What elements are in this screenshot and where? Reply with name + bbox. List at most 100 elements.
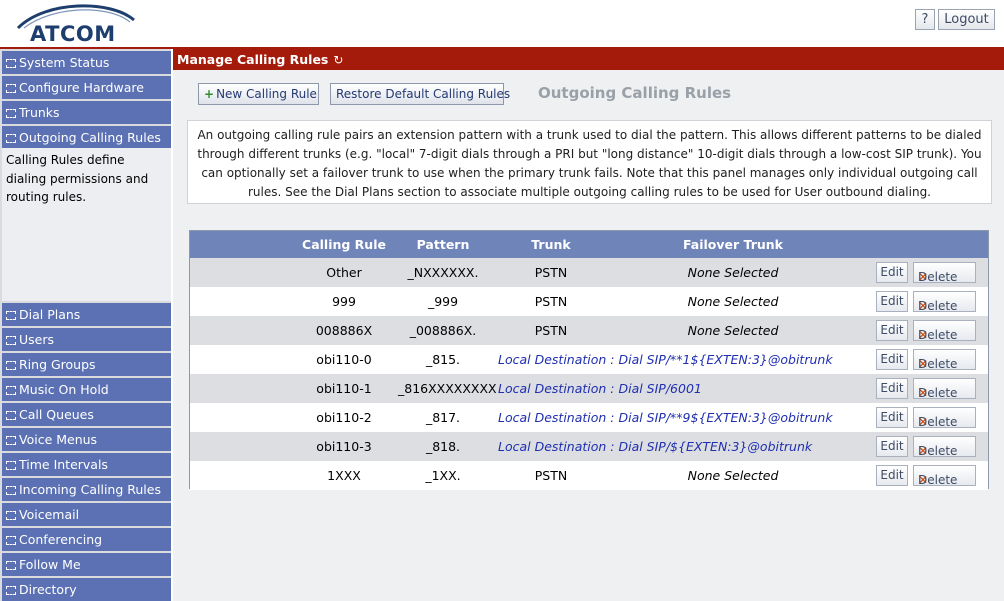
new-calling-rule-button[interactable]: + New Calling Rule bbox=[198, 83, 319, 105]
delete-button[interactable]: ✕ Delete bbox=[913, 291, 976, 313]
cell-pattern: _NXXXXXX. bbox=[407, 265, 479, 280]
sidebar-item-label: Incoming Calling Rules bbox=[19, 482, 161, 497]
header: ATCOM ? Logout bbox=[0, 0, 1004, 47]
cell-local-destination: Local Destination : Dial SIP/**9${EXTEN:… bbox=[498, 410, 833, 425]
edit-button[interactable]: Edit bbox=[876, 262, 908, 283]
cell-pattern: _008886X. bbox=[409, 323, 477, 338]
sidebar-item-directory[interactable]: Directory bbox=[2, 578, 171, 601]
sidebar-item-configure-hardware[interactable]: Configure Hardware bbox=[2, 76, 171, 99]
expand-icon bbox=[6, 109, 16, 118]
sidebar-item-ring-groups[interactable]: Ring Groups bbox=[2, 353, 171, 376]
edit-button[interactable]: Edit bbox=[876, 407, 908, 428]
cell-local-destination: Local Destination : Dial SIP/6001 bbox=[498, 381, 702, 396]
sidebar-item-users[interactable]: Users bbox=[2, 328, 171, 351]
sidebar-item-label: System Status bbox=[19, 55, 110, 70]
plus-icon: + bbox=[204, 87, 215, 101]
sidebar-item-label: Dial Plans bbox=[19, 307, 81, 322]
edit-button[interactable]: Edit bbox=[876, 320, 908, 341]
edit-button[interactable]: Edit bbox=[876, 465, 908, 486]
sidebar-item-label: Trunks bbox=[19, 105, 60, 120]
sidebar-description: Calling Rules define dialing permissions… bbox=[2, 148, 171, 301]
new-calling-rule-label: New Calling Rule bbox=[216, 87, 317, 101]
delete-button[interactable]: ✕ Delete bbox=[913, 378, 976, 400]
sidebar: System Status Configure Hardware Trunks … bbox=[0, 49, 171, 601]
table-row: obi110-2 _817. Local Destination : Dial … bbox=[190, 403, 988, 432]
cell-pattern: _818. bbox=[425, 439, 461, 454]
expand-icon bbox=[6, 84, 16, 93]
refresh-icon[interactable]: ↻ bbox=[333, 50, 343, 71]
cell-trunk: PSTN bbox=[534, 468, 568, 483]
cell-failover: None Selected bbox=[687, 323, 779, 338]
delete-button[interactable]: ✕ Delete bbox=[913, 349, 976, 371]
cell-calling-rule: obi110-3 bbox=[316, 439, 372, 454]
table-row: 1XXX _1XX. PSTN None Selected Edit ✕ Dele… bbox=[190, 461, 988, 490]
sidebar-item-follow-me[interactable]: Follow Me bbox=[2, 553, 171, 576]
sidebar-item-time-intervals[interactable]: Time Intervals bbox=[2, 453, 171, 476]
sidebar-item-label: Follow Me bbox=[19, 557, 81, 572]
expand-icon bbox=[6, 536, 16, 545]
calling-rules-table: Calling Rule Pattern Trunk Failover Trun… bbox=[189, 230, 989, 490]
delete-button[interactable]: ✕ Delete bbox=[913, 262, 976, 284]
sidebar-item-label: Directory bbox=[19, 582, 77, 597]
sidebar-item-music-on-hold[interactable]: Music On Hold bbox=[2, 378, 171, 401]
sidebar-item-label: Users bbox=[19, 332, 55, 347]
edit-button[interactable]: Edit bbox=[876, 378, 908, 399]
header-trunk: Trunk bbox=[531, 237, 571, 252]
expand-icon bbox=[6, 511, 16, 520]
cell-pattern: _817. bbox=[425, 410, 461, 425]
delete-button[interactable]: ✕ Delete bbox=[913, 465, 976, 487]
sidebar-item-label: Time Intervals bbox=[19, 457, 108, 472]
expand-icon bbox=[6, 461, 16, 470]
edit-button[interactable]: Edit bbox=[876, 291, 908, 312]
sidebar-item-label: Configure Hardware bbox=[19, 80, 144, 95]
help-button[interactable]: ? bbox=[915, 9, 935, 30]
table-row: Other _NXXXXXX. PSTN None Selected Edit … bbox=[190, 258, 988, 287]
sidebar-item-incoming-calling-rules[interactable]: Incoming Calling Rules bbox=[2, 478, 171, 501]
expand-icon bbox=[6, 561, 16, 570]
restore-default-rules-button[interactable]: Restore Default Calling Rules bbox=[330, 83, 510, 105]
sidebar-item-trunks[interactable]: Trunks bbox=[2, 101, 171, 124]
edit-button[interactable]: Edit bbox=[876, 349, 908, 370]
expand-icon bbox=[6, 386, 16, 395]
table-header: Calling Rule Pattern Trunk Failover Trun… bbox=[190, 231, 988, 258]
cell-calling-rule: obi110-0 bbox=[316, 352, 372, 367]
cell-local-destination: Local Destination : Dial SIP/${EXTEN:3}@… bbox=[498, 439, 813, 454]
sidebar-item-conferencing[interactable]: Conferencing bbox=[2, 528, 171, 551]
sidebar-item-label: Voicemail bbox=[19, 507, 80, 522]
delete-button[interactable]: ✕ Delete bbox=[913, 436, 976, 458]
sidebar-item-dial-plans[interactable]: Dial Plans bbox=[2, 303, 171, 326]
page-title: Manage Calling Rules bbox=[177, 52, 329, 67]
delete-button[interactable]: ✕ Delete bbox=[913, 320, 976, 342]
cell-pattern: _815. bbox=[425, 352, 461, 367]
sidebar-item-system-status[interactable]: System Status bbox=[2, 51, 171, 74]
header-calling-rule: Calling Rule bbox=[302, 237, 386, 252]
description-box: An outgoing calling rule pairs an extens… bbox=[187, 120, 992, 204]
table-row: obi110-0 _815. Local Destination : Dial … bbox=[190, 345, 988, 374]
cell-calling-rule: Other bbox=[326, 265, 362, 280]
expand-icon bbox=[6, 59, 16, 68]
sidebar-item-outgoing-calling-rules[interactable]: Outgoing Calling Rules bbox=[2, 126, 171, 149]
cell-calling-rule: obi110-1 bbox=[316, 381, 372, 396]
expand-icon bbox=[6, 486, 16, 495]
cell-calling-rule: 999 bbox=[332, 294, 356, 309]
sidebar-item-label: Outgoing Calling Rules bbox=[19, 130, 161, 145]
cell-local-destination: Local Destination : Dial SIP/**1${EXTEN:… bbox=[498, 352, 833, 367]
sidebar-item-label: Ring Groups bbox=[19, 357, 96, 372]
sidebar-item-call-queues[interactable]: Call Queues bbox=[2, 403, 171, 426]
expand-icon bbox=[6, 586, 16, 595]
expand-icon bbox=[6, 436, 16, 445]
sidebar-item-voice-menus[interactable]: Voice Menus bbox=[2, 428, 171, 451]
sidebar-item-voicemail[interactable]: Voicemail bbox=[2, 503, 171, 526]
edit-button[interactable]: Edit bbox=[876, 436, 908, 457]
expand-icon bbox=[6, 134, 16, 143]
sidebar-item-label: Conferencing bbox=[19, 532, 103, 547]
cell-pattern: _999 bbox=[427, 294, 459, 309]
delete-button[interactable]: ✕ Delete bbox=[913, 407, 976, 429]
delete-label: Delete bbox=[918, 473, 958, 487]
cell-failover: None Selected bbox=[687, 468, 779, 483]
expand-icon bbox=[6, 411, 16, 420]
atcom-logo: ATCOM bbox=[16, 4, 136, 46]
expand-icon bbox=[6, 311, 16, 320]
page-titlebar: Manage Calling Rules ↻ bbox=[173, 49, 1004, 70]
logout-button[interactable]: Logout bbox=[938, 9, 995, 30]
